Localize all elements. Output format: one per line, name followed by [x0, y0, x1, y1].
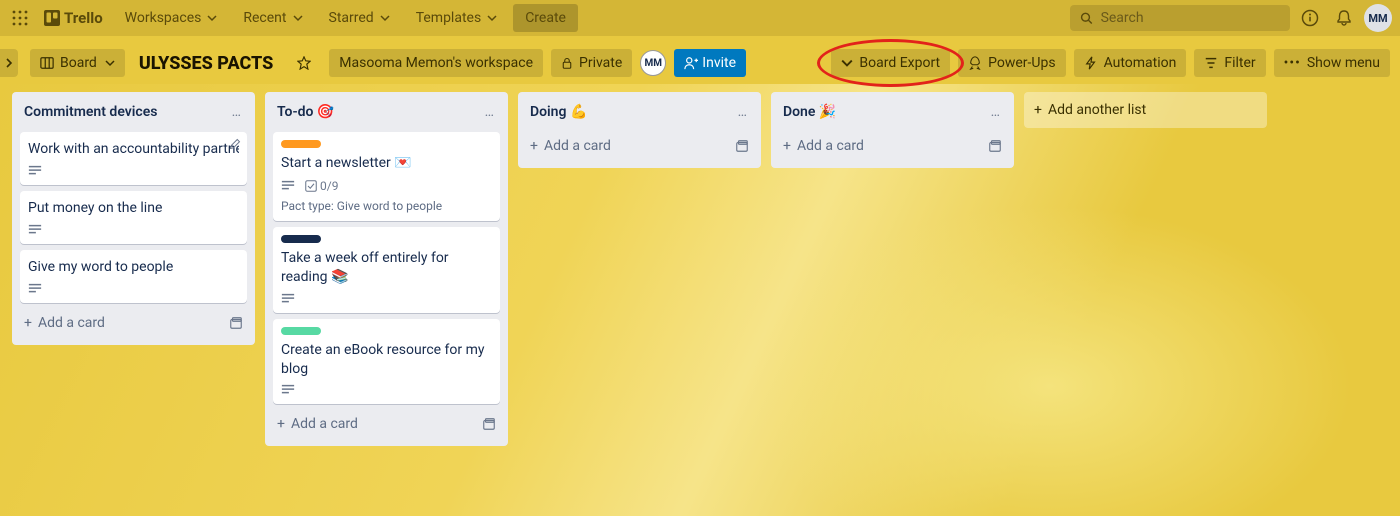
card-label[interactable] [281, 140, 321, 148]
list-menu-button[interactable]: … [989, 102, 1002, 122]
list-title[interactable]: Commitment devices [24, 104, 157, 120]
chevron-down-icon [105, 58, 115, 68]
create-button[interactable]: Create [513, 4, 578, 32]
description-icon [28, 165, 42, 177]
list-doing: Doing 💪 … +Add a card [518, 92, 761, 168]
trello-logo[interactable]: Trello [38, 5, 109, 31]
notifications-icon[interactable] [1330, 4, 1358, 32]
star-button[interactable] [287, 50, 321, 76]
board-icon [40, 56, 54, 70]
workspace-chip[interactable]: Masooma Memon's workspace [329, 49, 543, 77]
invite-button[interactable]: Invite [674, 49, 746, 77]
add-card-button[interactable]: +Add a card [530, 138, 611, 154]
board-canvas: Commitment devices … Work with an accoun… [0, 84, 1400, 516]
card[interactable]: Work with an accountability partner [20, 132, 247, 185]
nav-templates[interactable]: Templates [406, 4, 508, 32]
add-list-button[interactable]: + Add another list [1024, 92, 1267, 128]
pencil-icon[interactable] [229, 138, 241, 150]
card-title: Start a newsletter 💌 [281, 154, 492, 173]
card-custom-field: Pact type: Give word to people [281, 199, 492, 213]
automation-button[interactable]: Automation [1074, 49, 1187, 77]
user-avatar[interactable]: MM [1364, 4, 1392, 32]
search-icon [1080, 11, 1093, 25]
description-icon [281, 180, 295, 192]
card[interactable]: Start a newsletter 💌 0/9 Pact type: Give… [273, 132, 500, 221]
card-title: Create an eBook resource for my blog [281, 341, 492, 379]
description-icon [28, 224, 42, 236]
show-menu-button[interactable]: ••• Show menu [1274, 49, 1390, 77]
topbar: Trello Workspaces Recent Starred Templat… [0, 0, 1400, 36]
filter-button[interactable]: Filter [1194, 49, 1265, 77]
card-template-icon[interactable] [988, 139, 1002, 153]
list-menu-button[interactable]: … [483, 102, 496, 122]
ellipsis-icon: ••• [1284, 55, 1301, 71]
description-icon [28, 283, 42, 295]
add-card-button[interactable]: +Add a card [24, 315, 105, 331]
search-box[interactable] [1070, 5, 1290, 31]
list-commitment-devices: Commitment devices … Work with an accoun… [12, 92, 255, 345]
description-icon [281, 384, 295, 396]
board-title[interactable]: ULYSSES PACTS [133, 53, 279, 74]
lock-icon [561, 57, 573, 69]
visibility-chip[interactable]: Private [551, 49, 632, 77]
board-view-switcher[interactable]: Board [30, 49, 125, 77]
list-title[interactable]: To-do 🎯 [277, 104, 334, 120]
plus-icon: + [1034, 102, 1042, 118]
description-icon [281, 293, 295, 305]
nav-workspaces[interactable]: Workspaces [115, 4, 228, 32]
chevron-down-icon [841, 57, 853, 69]
list-done: Done 🎉 … +Add a card [771, 92, 1014, 168]
plus-icon: + [277, 416, 285, 432]
list-title[interactable]: Done 🎉 [783, 104, 836, 120]
board-header: Board ULYSSES PACTS Masooma Memon's work… [0, 42, 1400, 84]
rocket-icon [968, 56, 982, 70]
card-title: Take a week off entirely for reading 📚 [281, 249, 492, 287]
list-to-do: To-do 🎯 … Start a newsletter 💌 0/9 Pact … [265, 92, 508, 446]
list-menu-button[interactable]: … [736, 102, 749, 122]
card[interactable]: Take a week off entirely for reading 📚 [273, 227, 500, 313]
card[interactable]: Create an eBook resource for my blog [273, 319, 500, 405]
nav-starred[interactable]: Starred [319, 4, 400, 32]
logo-text: Trello [64, 9, 103, 27]
search-input[interactable] [1101, 10, 1280, 26]
card-template-icon[interactable] [482, 417, 496, 431]
plus-icon: + [24, 315, 32, 331]
list-title[interactable]: Doing 💪 [530, 104, 587, 120]
power-ups-button[interactable]: Power-Ups [958, 49, 1065, 77]
plus-icon: + [783, 138, 791, 154]
apps-menu-icon[interactable] [8, 6, 32, 30]
plus-icon: + [530, 138, 538, 154]
card-template-icon[interactable] [735, 139, 749, 153]
star-icon [297, 56, 311, 70]
add-user-icon [684, 56, 698, 70]
sidebar-expand-button[interactable] [0, 49, 18, 77]
card-title: Give my word to people [28, 258, 239, 277]
list-menu-button[interactable]: … [230, 102, 243, 122]
card-label[interactable] [281, 235, 321, 243]
board-member-avatar[interactable]: MM [640, 50, 666, 76]
info-icon[interactable] [1296, 4, 1324, 32]
card[interactable]: Give my word to people [20, 250, 247, 303]
card-title: Work with an accountability partner [28, 140, 239, 159]
nav-recent[interactable]: Recent [233, 4, 312, 32]
card[interactable]: Put money on the line [20, 191, 247, 244]
add-card-button[interactable]: +Add a card [783, 138, 864, 154]
card-title: Put money on the line [28, 199, 239, 218]
bolt-icon [1084, 56, 1098, 70]
checklist-badge: 0/9 [305, 179, 338, 193]
board-export-button[interactable]: Board Export [831, 49, 950, 77]
filter-icon [1204, 56, 1218, 70]
add-card-button[interactable]: +Add a card [277, 416, 358, 432]
card-template-icon[interactable] [229, 316, 243, 330]
card-label[interactable] [281, 327, 321, 335]
